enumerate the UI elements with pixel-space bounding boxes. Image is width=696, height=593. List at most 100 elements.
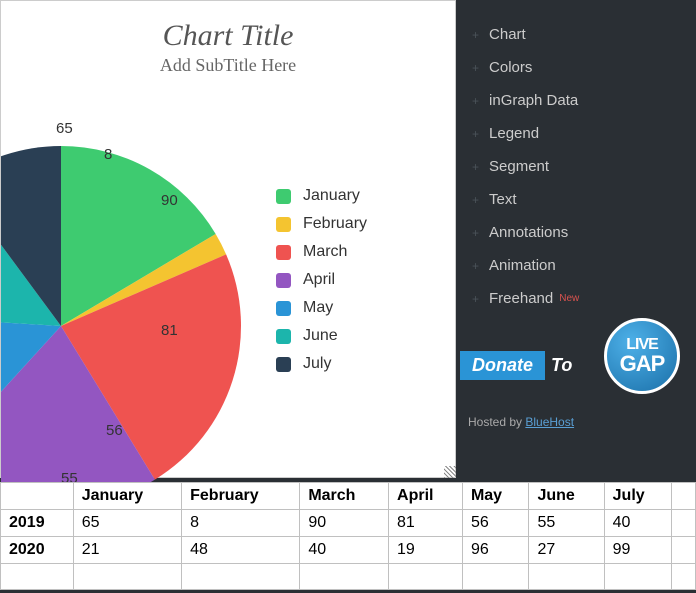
legend-label: May	[303, 299, 333, 317]
pie-chart[interactable]: 6589081565540	[1, 76, 261, 496]
sidebar-item-segment[interactable]: + Segment	[460, 150, 696, 183]
sidebar-label: Segment	[489, 158, 549, 175]
col-head-may[interactable]: May	[462, 483, 529, 510]
cell-empty[interactable]	[672, 510, 696, 537]
sidebar-item-text[interactable]: + Text	[460, 183, 696, 216]
legend-label: July	[303, 355, 331, 373]
legend-item-june[interactable]: June	[276, 327, 367, 345]
table-cell[interactable]: 8	[182, 510, 300, 537]
sidebar-item-chart[interactable]: + Chart	[460, 18, 696, 51]
table-cell[interactable]: 56	[462, 510, 529, 537]
table-cell[interactable]: 21	[73, 537, 181, 564]
cell-empty[interactable]	[529, 564, 604, 590]
data-table[interactable]: JanuaryFebruaryMarchAprilMayJuneJuly 2019…	[0, 482, 696, 590]
col-head-june[interactable]: June	[529, 483, 604, 510]
sidebar-label: Text	[489, 191, 517, 208]
table-cell[interactable]: 90	[300, 510, 389, 537]
hosted-by: Hosted by BlueHost	[468, 415, 574, 429]
cell-empty[interactable]	[182, 564, 300, 590]
col-head-april[interactable]: April	[389, 483, 463, 510]
table-cell[interactable]: 65	[73, 510, 181, 537]
sidebar-item-colors[interactable]: + Colors	[460, 51, 696, 84]
legend-label: June	[303, 327, 338, 345]
cell-empty[interactable]	[604, 564, 672, 590]
table-cell[interactable]: 81	[389, 510, 463, 537]
col-head-march[interactable]: March	[300, 483, 389, 510]
chart-legend: January February March April May June July	[276, 187, 367, 383]
legend-item-july[interactable]: July	[276, 355, 367, 373]
logo-text: LIVEGAP	[620, 337, 665, 375]
sidebar-label: Chart	[489, 26, 526, 43]
legend-swatch-icon	[276, 245, 291, 260]
table-cell[interactable]: 48	[182, 537, 300, 564]
slice-value-label: 8	[104, 146, 112, 163]
sidebar-label: Colors	[489, 59, 532, 76]
chart-panel: Chart Title Add SubTitle Here 6589081565…	[0, 0, 456, 478]
expand-icon: +	[472, 259, 479, 273]
slice-value-label: 81	[161, 322, 178, 339]
col-head-february[interactable]: February	[182, 483, 300, 510]
legend-item-january[interactable]: January	[276, 187, 367, 205]
legend-swatch-icon	[276, 273, 291, 288]
donate-button[interactable]: Donate	[460, 351, 545, 380]
cell-empty[interactable]	[672, 537, 696, 564]
sidebar-label: Legend	[489, 125, 539, 142]
cell-empty[interactable]	[462, 564, 529, 590]
chart-subtitle[interactable]: Add SubTitle Here	[1, 55, 455, 76]
cell-empty[interactable]	[300, 564, 389, 590]
donate-to-label: To	[551, 355, 572, 376]
table-cell[interactable]: 99	[604, 537, 672, 564]
col-head-january[interactable]: January	[73, 483, 181, 510]
row-head-2020[interactable]: 2020	[1, 537, 74, 564]
legend-swatch-icon	[276, 189, 291, 204]
table-cell[interactable]: 19	[389, 537, 463, 564]
table-corner[interactable]	[1, 483, 74, 510]
table-cell[interactable]: 40	[300, 537, 389, 564]
cell-empty[interactable]	[389, 564, 463, 590]
legend-item-april[interactable]: April	[276, 271, 367, 289]
expand-icon: +	[472, 61, 479, 75]
cell-empty[interactable]	[672, 564, 696, 590]
sidebar-label: Animation	[489, 257, 556, 274]
data-table-wrap: JanuaryFebruaryMarchAprilMayJuneJuly 2019…	[0, 482, 696, 590]
sidebar-item-annotations[interactable]: +Annotations	[460, 216, 696, 249]
sidebar-label: inGraph Data	[489, 92, 578, 109]
resize-handle-icon[interactable]	[444, 466, 456, 478]
legend-swatch-icon	[276, 329, 291, 344]
slice-value-label: 56	[106, 422, 123, 439]
legend-item-february[interactable]: February	[276, 215, 367, 233]
expand-icon: +	[472, 127, 479, 141]
table-cell[interactable]: 55	[529, 510, 604, 537]
col-head-july[interactable]: July	[604, 483, 672, 510]
expand-icon: +	[472, 28, 479, 42]
legend-label: April	[303, 271, 335, 289]
new-badge: New	[559, 293, 579, 304]
cell-empty[interactable]	[1, 564, 74, 590]
expand-icon: +	[472, 94, 479, 108]
sidebar-item-freehand[interactable]: +FreehandNew	[460, 282, 696, 315]
row-head-2019[interactable]: 2019	[1, 510, 74, 537]
legend-item-march[interactable]: March	[276, 243, 367, 261]
cell-empty[interactable]	[73, 564, 181, 590]
col-empty[interactable]	[672, 483, 696, 510]
legend-swatch-icon	[276, 217, 291, 232]
slice-value-label: 65	[56, 120, 73, 137]
table-cell[interactable]: 27	[529, 537, 604, 564]
sidebar-item-legend[interactable]: + Legend	[460, 117, 696, 150]
expand-icon: +	[472, 193, 479, 207]
sidebar-label: Freehand	[489, 290, 553, 307]
legend-label: March	[303, 243, 347, 261]
expand-icon: +	[472, 160, 479, 174]
bluehost-link[interactable]: BlueHost	[525, 415, 574, 429]
sidebar-item-ingraph-data[interactable]: + inGraph Data	[460, 84, 696, 117]
donate-row: Donate To	[460, 351, 572, 380]
table-cell[interactable]: 40	[604, 510, 672, 537]
legend-label: January	[303, 187, 360, 205]
livegap-logo[interactable]: LIVEGAP	[604, 318, 680, 394]
table-cell[interactable]: 96	[462, 537, 529, 564]
sidebar-item-animation[interactable]: + Animation	[460, 249, 696, 282]
hosted-prefix: Hosted by	[468, 415, 525, 429]
legend-item-may[interactable]: May	[276, 299, 367, 317]
options-sidebar: + Chart + Colors + inGraph Data + Legend + Segmen…	[460, 0, 696, 478]
chart-title[interactable]: Chart Title	[1, 19, 455, 53]
